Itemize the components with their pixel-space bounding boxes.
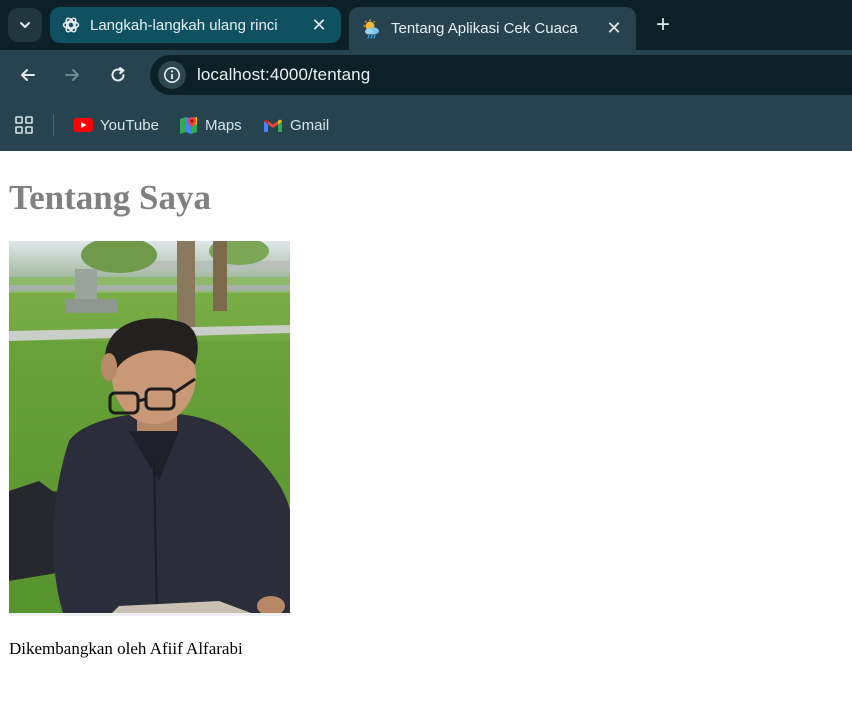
arrow-left-icon: [21, 69, 35, 81]
reload-icon: [111, 67, 125, 82]
forward-button[interactable]: [59, 62, 85, 88]
close-tab-icon[interactable]: ✕: [309, 15, 329, 35]
tab-title: Langkah-langkah ulang rinci: [90, 16, 278, 34]
toolbar: localhost:4000/tentang: [0, 50, 852, 100]
chevron-down-icon: [20, 22, 30, 28]
bookmark-youtube[interactable]: YouTube: [73, 114, 159, 136]
tab-langkah[interactable]: Langkah-langkah ulang rinci ✕: [50, 7, 341, 43]
page-title: Tentang Saya: [9, 178, 211, 217]
close-tab-icon[interactable]: ✕: [604, 18, 624, 39]
gmail-icon: [264, 119, 282, 132]
bookmark-label: Maps: [205, 116, 242, 134]
address-bar[interactable]: localhost:4000/tentang: [150, 55, 852, 95]
page-content: Tentang Saya Dikembangkan oleh Afiif Alf…: [0, 151, 852, 726]
url-text: localhost:4000/tentang: [197, 65, 371, 84]
tab-tentang[interactable]: Tentang Aplikasi Cek Cuaca ✕: [349, 7, 636, 50]
apps-button[interactable]: [14, 115, 34, 140]
bookmark-label: YouTube: [100, 116, 159, 134]
bookmark-maps[interactable]: Maps: [179, 114, 242, 136]
reload-button[interactable]: [105, 62, 131, 88]
tab-search-button[interactable]: [8, 8, 42, 42]
profile-photo: [9, 241, 290, 616]
developer-caption: Dikembangkan oleh Afiif Alfarabi: [9, 639, 243, 658]
info-icon: [164, 67, 180, 83]
youtube-icon: [73, 118, 93, 132]
bookmark-label: Gmail: [290, 116, 330, 134]
bookmarks-bar: YouTube Maps Gmail: [0, 100, 852, 151]
browser-chrome: Langkah-langkah ulang rinci ✕ Tentang Ap…: [0, 0, 852, 151]
tab-title: Tentang Aplikasi Cek Cuaca: [391, 20, 578, 37]
bookmark-gmail[interactable]: Gmail: [263, 114, 329, 136]
new-tab-button[interactable]: +: [650, 12, 676, 38]
tab-strip: Langkah-langkah ulang rinci ✕ Tentang Ap…: [0, 0, 852, 50]
chatgpt-icon: [62, 17, 80, 33]
maps-icon: [180, 116, 197, 134]
bookmarks-divider: [53, 114, 54, 136]
apps-grid-icon: [15, 116, 33, 134]
site-info-button[interactable]: [158, 61, 186, 89]
weather-icon: [363, 19, 379, 39]
back-button[interactable]: [15, 62, 41, 88]
arrow-right-icon: [65, 69, 79, 81]
